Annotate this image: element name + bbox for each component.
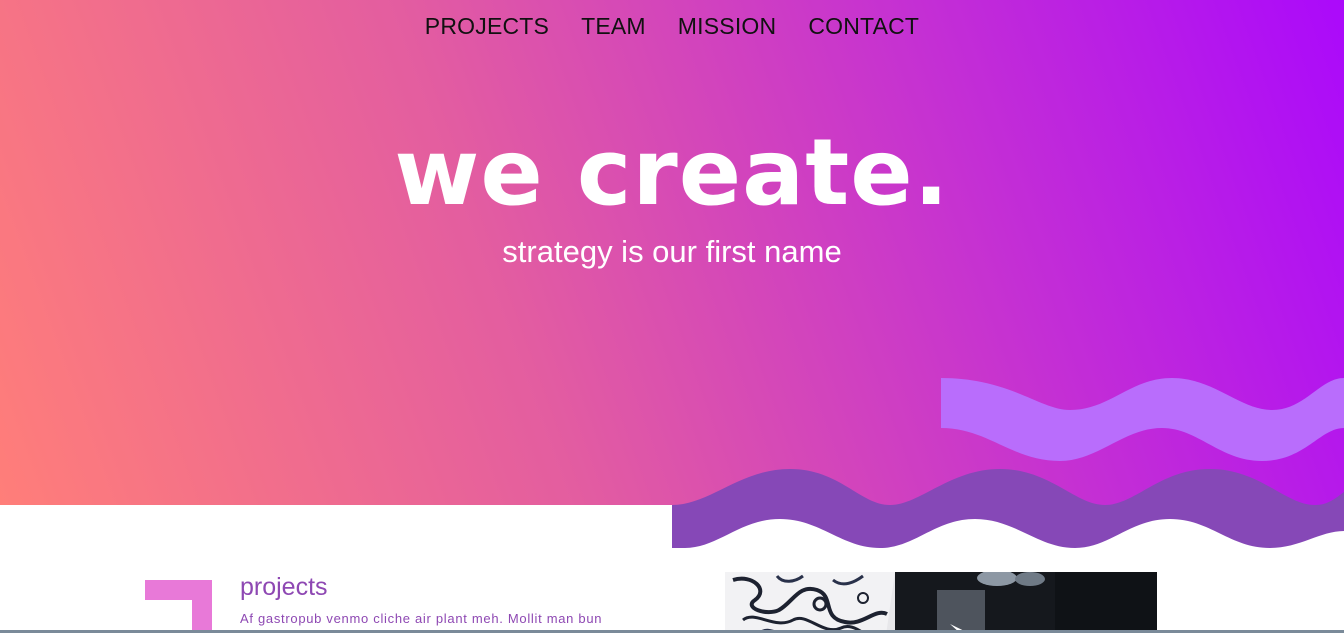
projects-section: projects Af gastropub venmo cliche air p… — [0, 505, 1344, 633]
bracket-decoration — [145, 580, 212, 633]
main-nav: PROJECTS TEAM MISSION CONTACT — [0, 11, 1344, 41]
projects-description: Af gastropub venmo cliche air plant meh.… — [240, 611, 603, 626]
nav-link-projects[interactable]: PROJECTS — [425, 11, 549, 41]
hero-subtitle: strategy is our first name — [502, 234, 842, 269]
projects-heading: projects — [240, 573, 328, 601]
project-image[interactable] — [725, 572, 1157, 633]
hero-section: PROJECTS TEAM MISSION CONTACT we create.… — [0, 0, 1344, 505]
page: PROJECTS TEAM MISSION CONTACT we create.… — [0, 0, 1344, 633]
hero-title: we create. — [394, 119, 950, 226]
nav-link-team[interactable]: TEAM — [581, 11, 646, 41]
nav-link-mission[interactable]: MISSION — [678, 11, 777, 41]
project-image-graphic — [725, 572, 1157, 633]
nav-link-contact[interactable]: CONTACT — [808, 11, 919, 41]
